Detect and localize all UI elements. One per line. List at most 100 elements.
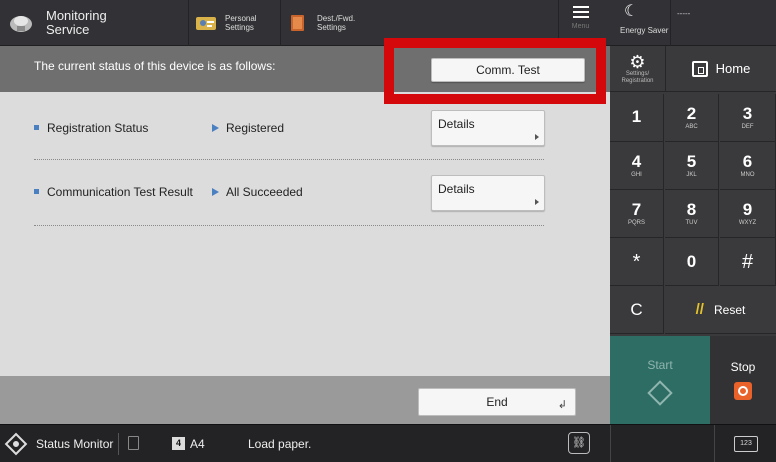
key-star[interactable]: * [610, 238, 664, 286]
details-button-communication[interactable]: Details [431, 175, 545, 211]
key-0[interactable]: 0 [665, 238, 719, 286]
home-label: Home [715, 61, 751, 76]
personal-settings-button[interactable]: Personal Settings [188, 0, 278, 46]
key-digit: 4 [631, 152, 642, 171]
divider [34, 159, 544, 160]
key-letters: GHI [631, 172, 642, 178]
key-letters: MNO [740, 172, 755, 178]
bullet-icon [34, 125, 39, 130]
status-bar: Status Monitor 4 A4 Load paper. ⛓ 123 [0, 424, 776, 462]
details-label: Details [438, 117, 475, 131]
row-label: Registration Status [47, 121, 149, 135]
divider [118, 433, 119, 455]
key-3[interactable]: 3 DEF [720, 94, 776, 142]
status-monitor-button[interactable]: Status Monitor [36, 437, 113, 451]
key-6[interactable]: 6 MNO [720, 142, 776, 190]
start-label: Start [647, 358, 673, 372]
clear-label: C [630, 299, 643, 319]
home-icon [691, 60, 708, 77]
key-digit: 3 [742, 104, 753, 123]
dest-fwd-settings-button[interactable]: Dest./Fwd. Settings [280, 0, 370, 46]
keyboard-icon[interactable]: 123 [734, 436, 758, 452]
key-digit: # [741, 250, 754, 273]
stop-icon [734, 382, 752, 400]
divider [610, 425, 611, 462]
end-button[interactable]: End ↲ [418, 388, 576, 416]
key-1[interactable]: 1 [610, 94, 664, 142]
home-button[interactable]: Home [666, 46, 776, 92]
tray-number: 4 [172, 437, 185, 450]
header-strip: The current status of this device is as … [0, 46, 610, 92]
menu-label: Menu [571, 23, 590, 30]
top-bar: Monitoring Service Personal Settings Des… [0, 0, 776, 46]
communication-test-row: Communication Test Result All Succeeded … [0, 168, 610, 224]
dest-fwd-settings-label: Dest./Fwd. Settings [317, 14, 356, 32]
row-label: Communication Test Result [47, 185, 193, 199]
personal-settings-label: Personal Settings [225, 14, 257, 32]
paper-size: A4 [190, 437, 205, 451]
end-label: End [486, 395, 508, 409]
key-letters: JKL [686, 172, 697, 178]
key-digit: 6 [742, 152, 753, 171]
divider [714, 425, 715, 462]
personal-settings-icon [196, 17, 216, 30]
divider [34, 225, 544, 226]
key-digit: 2 [686, 104, 697, 123]
reset-label: Reset [713, 302, 746, 317]
app-title-area: Monitoring Service [0, 0, 188, 46]
return-icon: ↲ [557, 399, 567, 411]
chevron-right-icon [535, 134, 539, 140]
clear-button[interactable]: C [610, 286, 664, 334]
arrow-right-icon [212, 188, 219, 196]
app-title: Monitoring Service [46, 8, 107, 37]
key-digit: 1 [631, 107, 642, 126]
energy-saver-label: Energy Saver [620, 26, 669, 35]
bullet-icon [34, 189, 39, 194]
main-panel: The current status of this device is as … [0, 38, 610, 424]
key-digit: 5 [686, 152, 697, 171]
key-letters: TUV [685, 220, 698, 226]
key-9[interactable]: 9 WXYZ [720, 190, 776, 238]
key-2[interactable]: 2 ABC [665, 94, 719, 142]
row-value: Registered [226, 121, 285, 135]
gear-icon: ⚙ [629, 51, 646, 72]
row-value: All Succeeded [226, 185, 303, 199]
menu-button[interactable]: Menu [558, 0, 602, 46]
network-icon[interactable]: ⛓ [568, 432, 590, 454]
start-button[interactable]: Start [610, 336, 710, 424]
key-letters: ABC [685, 124, 698, 130]
moon-icon: ☾ [624, 3, 639, 20]
stop-label: Stop [730, 360, 756, 374]
comm-test-button[interactable]: Comm. Test [431, 58, 585, 82]
key-7[interactable]: 7 PQRS [610, 190, 664, 238]
key-hash[interactable]: # [720, 238, 776, 286]
settings-registration-button[interactable]: ⚙ Settings/ Registration [610, 46, 666, 92]
chevron-right-icon [535, 199, 539, 205]
key-letters: WXYZ [738, 220, 757, 226]
reset-button[interactable]: // Reset [665, 286, 776, 334]
key-digit: 9 [742, 200, 753, 219]
user-name[interactable]: ----- [670, 0, 776, 46]
reset-icon: // [695, 301, 704, 318]
key-letters: DEF [741, 124, 754, 130]
status-message: Load paper. [248, 437, 312, 451]
key-digit: 0 [686, 251, 697, 271]
key-4[interactable]: 4 GHI [610, 142, 664, 190]
paper-icon [128, 436, 139, 450]
monitoring-service-icon [10, 16, 32, 32]
menu-icon [572, 6, 589, 21]
numeric-keypad: ⚙ Settings/ Registration Home 1 2 ABC 3 DE… [610, 46, 776, 424]
key-8[interactable]: 8 TUV [665, 190, 719, 238]
address-book-icon [291, 15, 304, 31]
energy-saver-button[interactable]: ☾ Energy Saver [612, 0, 674, 46]
start-icon [647, 380, 673, 406]
key-letters: PQRS [627, 220, 645, 226]
key-5[interactable]: 5 JKL [665, 142, 719, 190]
key-digit: 8 [686, 200, 697, 219]
registration-status-row: Registration Status Registered Details [0, 104, 610, 160]
settings-registration-label: Settings/ Registration [621, 70, 654, 84]
details-button-registration[interactable]: Details [431, 110, 545, 146]
details-label: Details [438, 182, 475, 196]
stop-button[interactable]: Stop [710, 336, 776, 424]
status-heading: The current status of this device is as … [34, 59, 276, 73]
